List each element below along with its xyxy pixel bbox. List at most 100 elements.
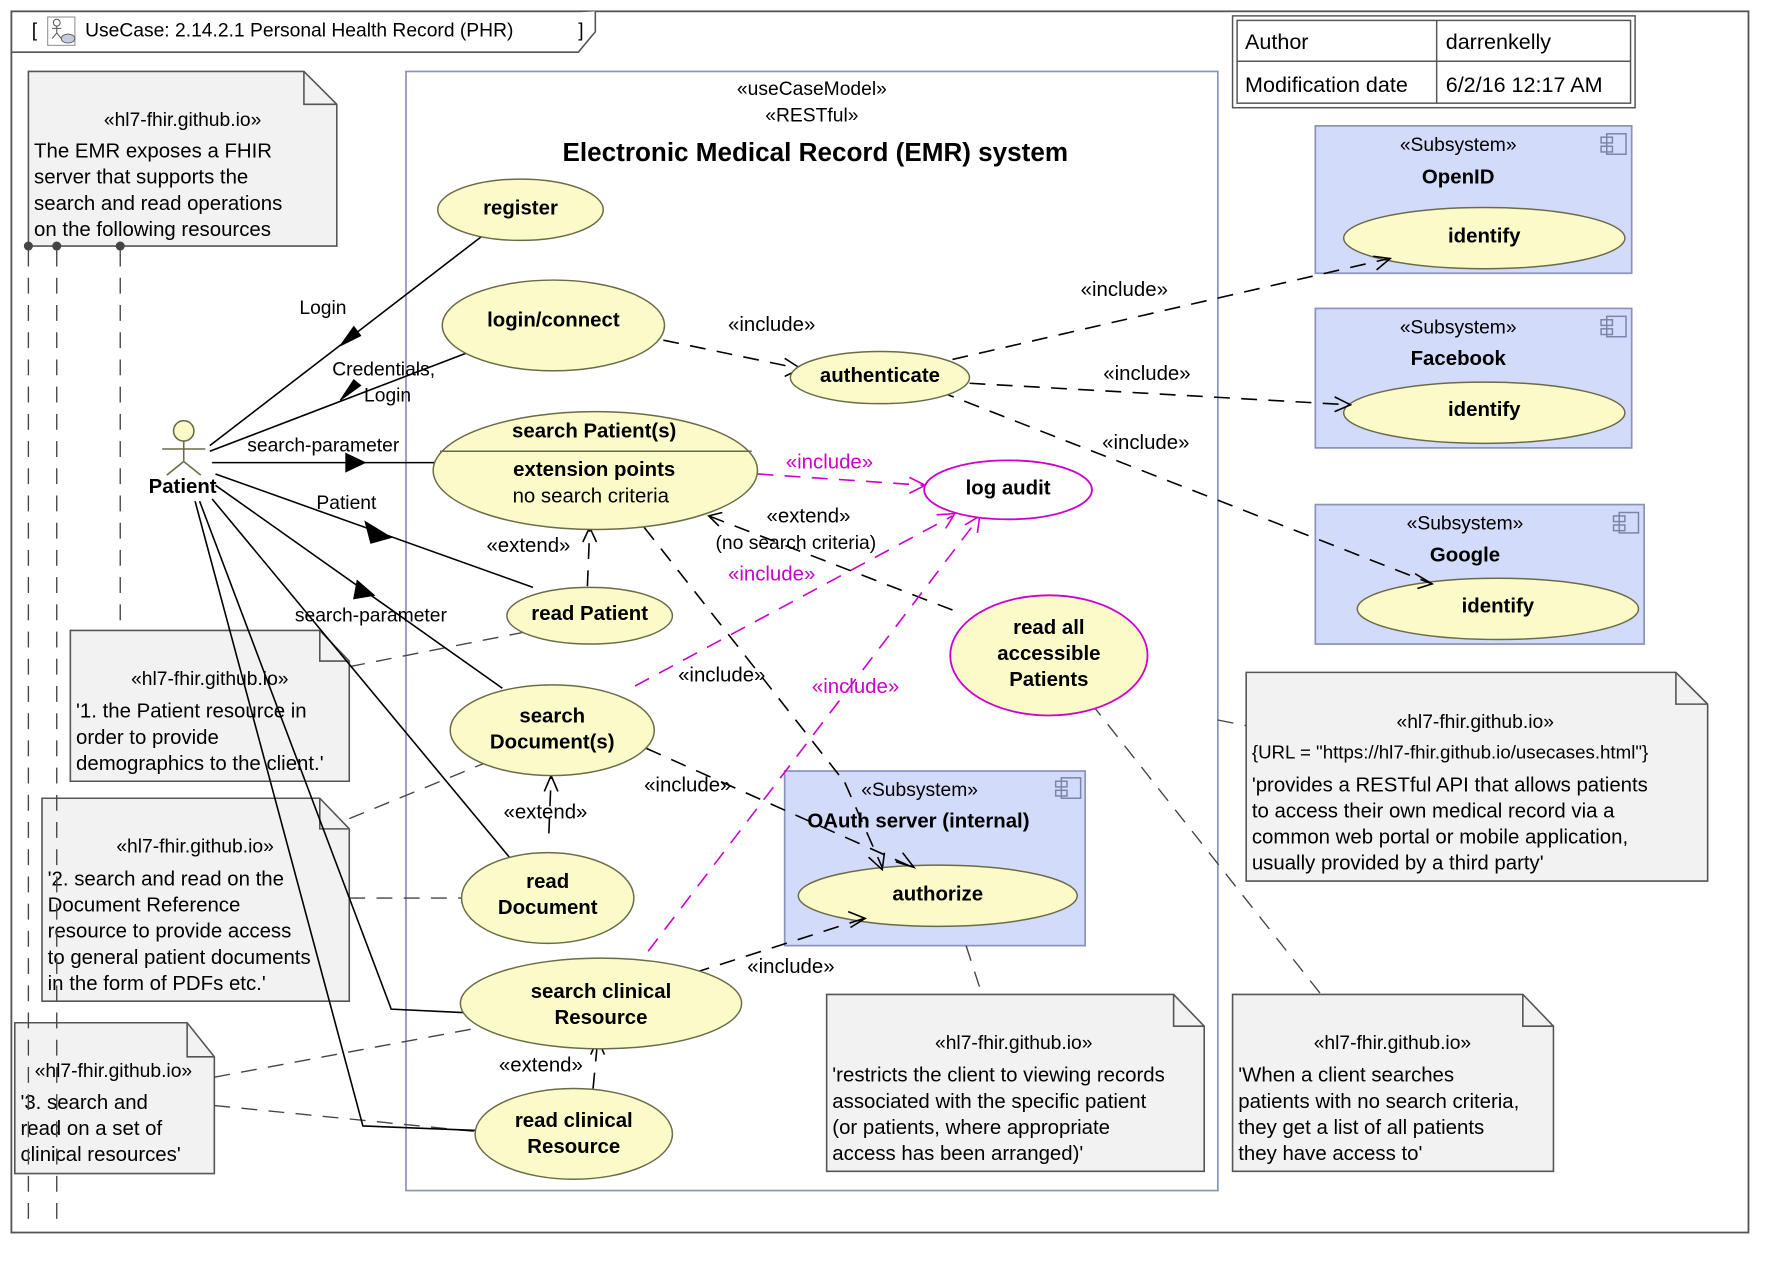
note-document-reference: «hl7-fhir.github.io» '2. search and read… (41, 797, 351, 1003)
label-extend-condition: (no search criteria) (716, 533, 877, 554)
note-line: search and read operations (34, 193, 282, 215)
use-case-label: identify (1448, 399, 1521, 421)
note-stereotype: «hl7-fhir.github.io» (104, 110, 261, 131)
note-line: they get a list of all patients (1238, 1117, 1484, 1139)
use-case-read-clinical-resource[interactable]: read clinical Resource (474, 1087, 674, 1180)
note-line: they have access to' (1238, 1143, 1422, 1165)
note-line: demographics to the client.' (76, 753, 324, 775)
note-patient-resource: «hl7-fhir.github.io» '1. the Patient res… (69, 629, 351, 783)
note-line: patients with no search criteria, (1238, 1091, 1519, 1113)
note-line: in the form of PDFs etc.' (48, 973, 266, 995)
label-include: «include» (678, 664, 765, 686)
note-clinical-resources: «hl7-fhir.github.io» '3. search and read… (13, 1021, 216, 1175)
note-line: '2. search and read on the (48, 869, 284, 891)
use-case-search-clinical-resource[interactable]: search clinical Resource (459, 957, 743, 1050)
label-include: «include» (1102, 432, 1189, 454)
note-line: access has been arranged)' (832, 1143, 1083, 1165)
note-stereotype: «hl7-fhir.github.io» (1396, 712, 1553, 733)
label-include: «include» (728, 314, 815, 336)
label-include: «include» (747, 956, 834, 978)
extension-points-title: extension points (513, 459, 675, 481)
frame-title: UseCase: 2.14.2.1 Personal Health Record… (85, 20, 513, 41)
author-label: Author (1245, 30, 1308, 54)
subsystem-oauth[interactable]: «Subsystem» OAuth server (internal) auth… (783, 770, 1087, 947)
label-include: «include» (1081, 279, 1168, 301)
label-include: «include» (644, 774, 731, 796)
note-line: '3. search and (20, 1092, 147, 1114)
modification-date-value: 6/2/16 12:17 AM (1446, 73, 1603, 97)
note-read-all-patients: «hl7-fhir.github.io» 'When a client sear… (1231, 993, 1555, 1173)
label-credentials: Credentials, (332, 359, 435, 380)
label-search-parameter-2: search-parameter (295, 605, 448, 626)
use-case-label: search clinical (531, 981, 672, 1003)
label-include-audit: «include» (786, 451, 873, 473)
note-stereotype: «hl7-fhir.github.io» (1314, 1033, 1471, 1054)
label-login: Login (299, 298, 346, 319)
note-line: resource to provide access (48, 921, 292, 943)
use-case-label: read (526, 871, 569, 893)
subsystem-facebook[interactable]: «Subsystem» Facebook identify (1314, 307, 1633, 449)
actor-name: Patient (149, 476, 217, 498)
note-line: usually provided by a third party' (1252, 853, 1544, 875)
use-case-label: identify (1448, 226, 1521, 248)
use-case-label: authorize (892, 883, 983, 905)
label-extend: «extend» (486, 535, 570, 557)
author-value: darrenkelly (1446, 30, 1552, 54)
use-case-read-all-accessible-patients[interactable]: read all accessible Patients (949, 594, 1149, 717)
subsystem-name: OpenID (1422, 167, 1495, 189)
subsystem-openid[interactable]: «Subsystem» OpenID identify (1314, 125, 1633, 275)
subsystem-stereotype: «Subsystem» (1400, 135, 1517, 156)
use-case-login-connect[interactable]: login/connect (441, 279, 666, 372)
info-table: Author darrenkelly Modification date 6/2… (1231, 15, 1636, 109)
use-case-label: Document(s) (490, 731, 615, 753)
note-line: 'When a client searches (1238, 1065, 1454, 1087)
subsystem-name: Google (1430, 544, 1500, 566)
use-case-label: read all (1013, 617, 1084, 639)
note-stereotype: «hl7-fhir.github.io» (131, 669, 288, 690)
use-case-label: login/connect (487, 310, 620, 332)
note-line: clinical resources' (20, 1144, 180, 1166)
use-case-label: log audit (966, 477, 1051, 499)
subsystem-google[interactable]: «Subsystem» Google identify (1314, 503, 1646, 645)
system-name: Electronic Medical Record (EMR) system (563, 137, 1068, 167)
system-stereotype-usecasemodel: «useCaseModel» (737, 79, 887, 100)
use-case-read-patient[interactable]: read Patient (506, 586, 674, 645)
usecase-diagram-icon (47, 16, 76, 46)
use-case-label: register (483, 197, 558, 219)
use-case-label: Resource (555, 1007, 648, 1029)
use-case-label: search Patient(s) (512, 421, 676, 443)
use-case-label: accessible (997, 643, 1100, 665)
note-line: read on a set of (20, 1118, 162, 1140)
use-case-search-patients[interactable]: search Patient(s) extension points no se… (432, 410, 759, 531)
extension-point: no search criteria (513, 485, 670, 507)
use-case-log-audit[interactable]: log audit (923, 459, 1093, 521)
subsystem-stereotype: «Subsystem» (1400, 317, 1517, 338)
use-case-search-documents[interactable]: search Document(s) (449, 684, 656, 777)
use-case-diagram: [ UseCase: 2.14.2.1 Personal Health Reco… (10, 10, 1750, 1234)
label-extend: «extend» (767, 506, 851, 528)
note-line: order to provide (76, 727, 219, 749)
use-case-label: authenticate (820, 365, 940, 387)
subsystem-stereotype: «Subsystem» (861, 780, 978, 801)
note-stereotype: «hl7-fhir.github.io» (935, 1033, 1092, 1054)
note-line: common web portal or mobile application, (1252, 827, 1628, 849)
note-restful-api: «hl7-fhir.github.io» {URL = "https://hl7… (1245, 671, 1709, 882)
label-search-parameter: search-parameter (247, 435, 400, 456)
use-case-label: read clinical (515, 1110, 633, 1132)
note-line: The EMR exposes a FHIR (34, 141, 272, 163)
use-case-read-document[interactable]: read Document (460, 851, 635, 945)
note-emr-fhir: «hl7-fhir.github.io» The EMR exposes a F… (23, 70, 338, 251)
use-case-register[interactable]: register (436, 178, 605, 242)
label-include-audit: «include» (812, 676, 899, 698)
note-url: {URL = "https://hl7-fhir.github.io/useca… (1252, 742, 1648, 763)
note-line: 'restricts the client to viewing records (832, 1065, 1165, 1087)
use-case-label: Resource (527, 1136, 620, 1158)
note-line: on the following resources (34, 219, 271, 241)
use-case-label: Patients (1009, 669, 1088, 691)
use-case-authenticate[interactable]: authenticate (789, 350, 971, 405)
note-oauth-restriction: «hl7-fhir.github.io» 'restricts the clie… (825, 993, 1206, 1173)
label-extend: «extend» (503, 802, 587, 824)
note-line: to general patient documents (48, 947, 311, 969)
note-line: '1. the Patient resource in (76, 701, 307, 723)
note-line: associated with the specific patient (832, 1091, 1146, 1113)
